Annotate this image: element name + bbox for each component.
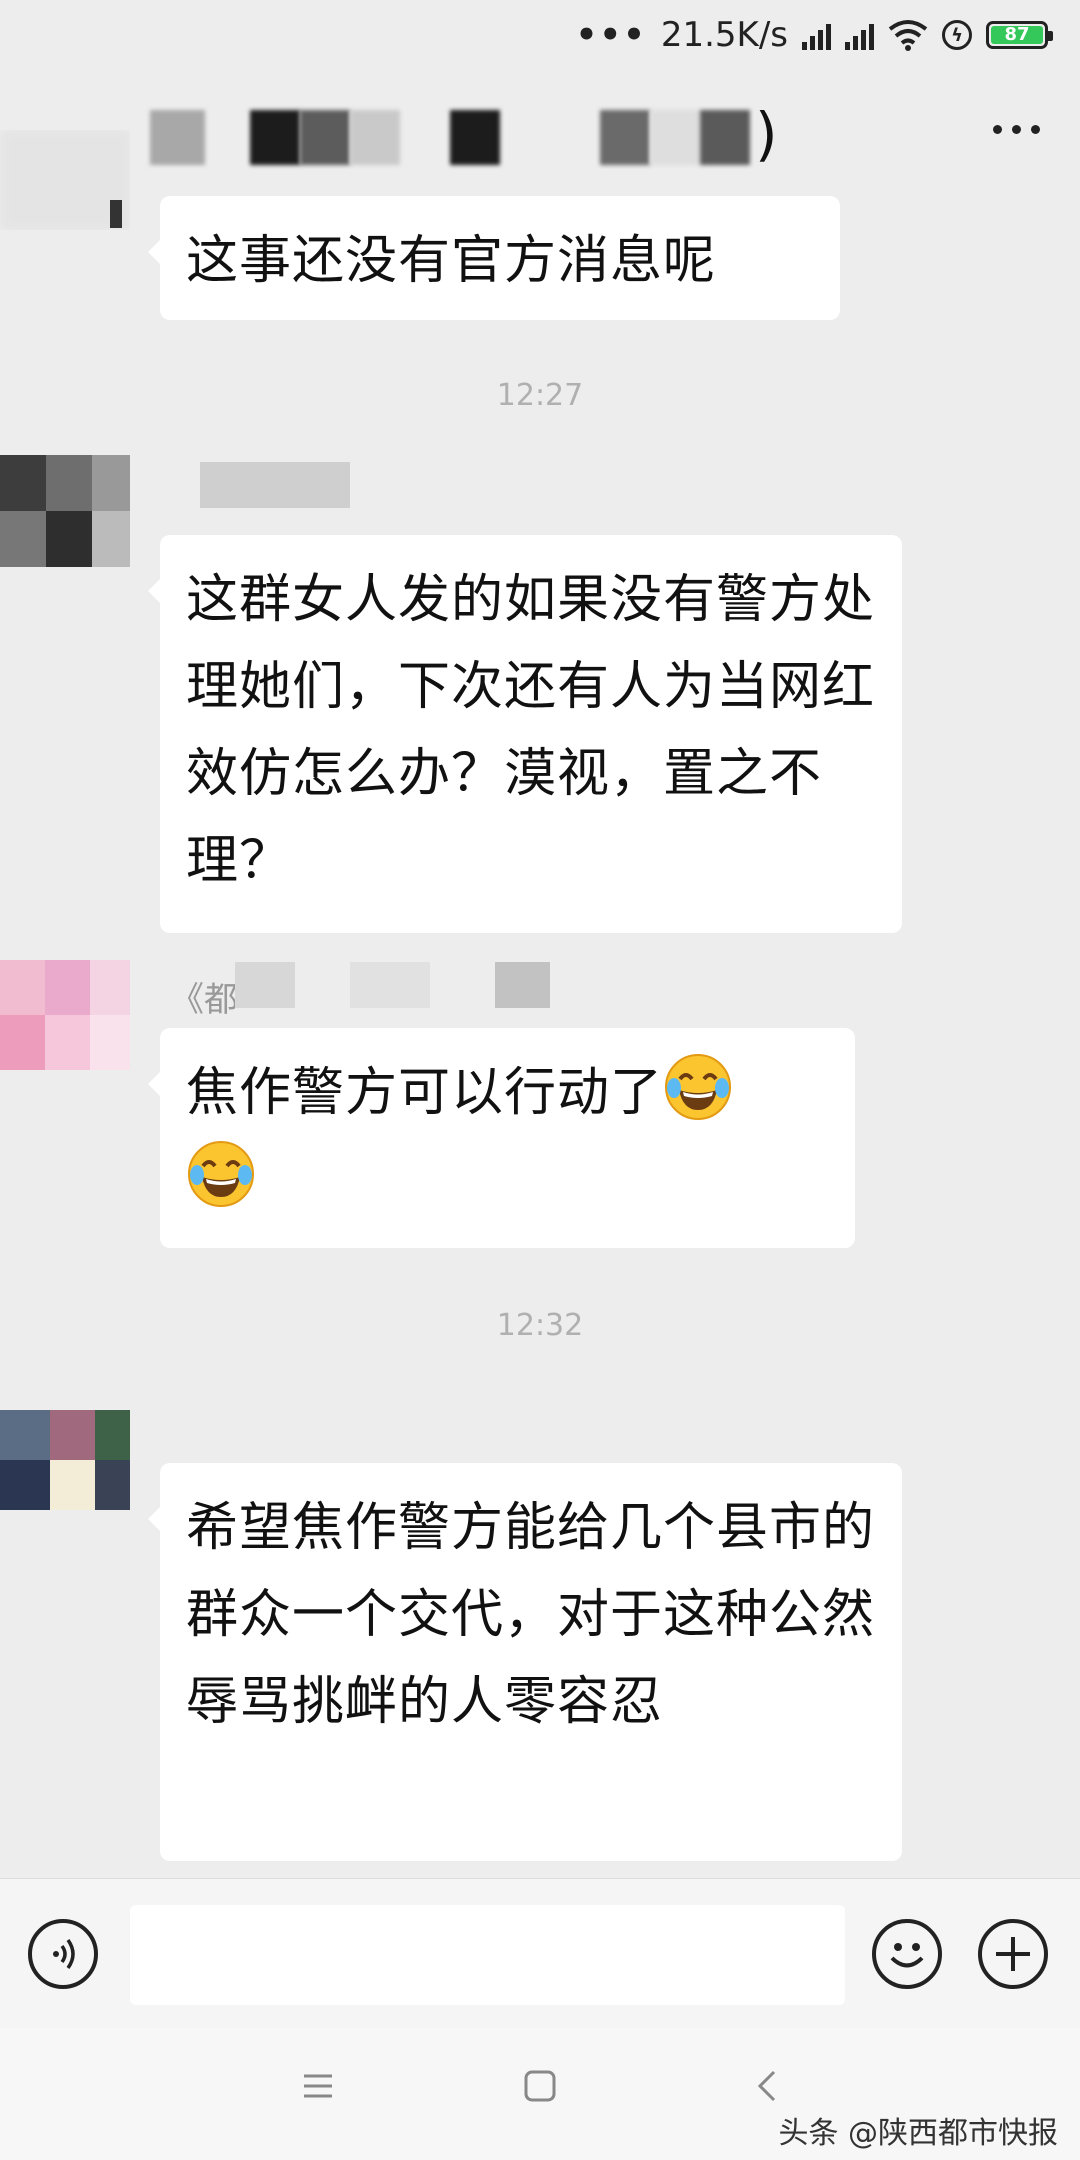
message-text: 焦作警方可以行动了 (186, 1063, 664, 1123)
sender-name-redacted (495, 962, 550, 1008)
sender-name-redacted (350, 962, 430, 1008)
message-bubble[interactable]: 焦作警方可以行动了 (148, 1028, 855, 1248)
message-bubble[interactable]: 这群女人发的如果没有警方处理她们，下次还有人为当网红效仿怎么办？漠视，置之不理？ (148, 535, 902, 933)
back-icon[interactable] (752, 2068, 782, 2104)
message-bubble[interactable]: 这事还没有官方消息呢 (148, 196, 840, 320)
chat-title-redacted (650, 110, 700, 165)
chat-title-paren: ) (755, 100, 778, 168)
watermark: 头条 @陕西都市快报 (778, 2116, 1058, 2151)
sender-name-redacted (235, 962, 295, 1008)
sender-name-fragment: 《都 (170, 980, 238, 1020)
timestamp: 12:32 (496, 1308, 584, 1343)
message-text: 希望焦作警方能给几个县市的群众一个交代，对于这种公然辱骂挑衅的人零容忍 (186, 1498, 876, 1732)
chat-header: ) (0, 70, 1080, 195)
battery-level: 87 (991, 26, 1043, 44)
menu-icon[interactable] (300, 2068, 336, 2104)
signal-icon (802, 20, 831, 50)
message-bubble[interactable]: 希望焦作警方能给几个县市的群众一个交代，对于这种公然辱骂挑衅的人零容忍 (148, 1463, 902, 1861)
charging-icon: ϟ (942, 20, 972, 50)
network-speed: 21.5K/s (660, 15, 788, 55)
timestamp: 12:27 (496, 378, 584, 413)
message-text: 这事还没有官方消息呢 (186, 231, 717, 291)
voice-icon[interactable] (28, 1919, 98, 1989)
avatar[interactable] (0, 130, 130, 230)
wifi-icon (888, 20, 928, 51)
home-icon[interactable] (522, 2068, 558, 2104)
chat-title-redacted (250, 110, 300, 165)
chat-title-redacted (450, 110, 500, 165)
chat-title-redacted (300, 110, 350, 165)
chat-input-bar (0, 1878, 1080, 2029)
plus-icon[interactable] (978, 1919, 1048, 1989)
avatar[interactable] (0, 1410, 130, 1510)
more-options-icon[interactable] (993, 125, 1040, 134)
battery-icon: 87 (986, 21, 1053, 49)
sender-name-redacted (200, 462, 350, 508)
signal-icon (845, 20, 874, 50)
status-bar: ••• 21.5K/s ϟ 87 (0, 0, 1080, 70)
message-input[interactable] (130, 1905, 845, 2005)
emoji-icon[interactable] (872, 1919, 942, 1989)
chat-title-redacted (150, 110, 205, 165)
avatar[interactable] (0, 455, 130, 585)
chat-title-redacted (600, 110, 650, 165)
message-text: 这群女人发的如果没有警方处理她们，下次还有人为当网红效仿怎么办？漠视，置之不理？ (186, 570, 876, 891)
chat-title-redacted (700, 110, 750, 165)
avatar[interactable] (0, 960, 130, 1070)
chat-title-redacted (350, 110, 400, 165)
more-dots-icon: ••• (575, 15, 647, 55)
system-nav-bar: 头条 @陕西都市快报 (0, 2028, 1080, 2160)
tears-of-joy-emoji (665, 1054, 732, 1120)
tears-of-joy-emoji (188, 1141, 254, 1207)
